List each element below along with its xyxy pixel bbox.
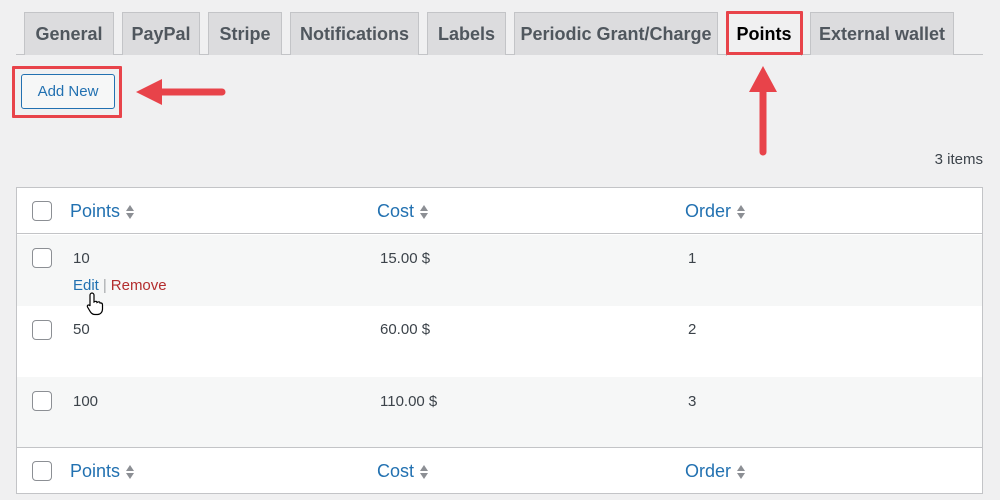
column-footer-points[interactable]: Points: [70, 461, 135, 482]
tab-labels[interactable]: Labels: [427, 12, 506, 55]
select-all-checkbox-footer[interactable]: [32, 461, 52, 481]
cell-points: 50: [73, 321, 90, 338]
cell-order: 2: [688, 321, 697, 338]
row-checkbox[interactable]: [32, 391, 52, 411]
sort-icon: [126, 204, 135, 219]
tab-stripe[interactable]: Stripe: [208, 12, 282, 55]
column-label: Points: [70, 201, 121, 221]
tab-notifications[interactable]: Notifications: [290, 12, 419, 55]
hand-pointer-icon: [86, 292, 104, 316]
column-label: Cost: [377, 201, 415, 221]
cell-order: 1: [688, 250, 697, 267]
cell-order: 3: [688, 393, 697, 410]
cell-cost: 15.00 $: [380, 250, 431, 267]
tab-points[interactable]: Points: [726, 12, 802, 56]
cell-cost: 60.00 $: [380, 321, 431, 338]
column-label: Order: [685, 461, 732, 481]
add-new-button[interactable]: Add New: [21, 74, 115, 109]
column-footer-cost[interactable]: Cost: [377, 461, 429, 482]
cell-points: 100: [73, 393, 99, 410]
column-label: Cost: [377, 461, 415, 481]
column-header-points[interactable]: Points: [70, 201, 135, 222]
select-all-checkbox[interactable]: [32, 201, 52, 221]
arrow-left-icon: [136, 79, 226, 105]
tab-general[interactable]: General: [24, 12, 114, 55]
sort-icon: [737, 204, 746, 219]
sort-icon: [420, 204, 429, 219]
cell-points: 10: [73, 250, 90, 267]
column-label: Points: [70, 461, 121, 481]
column-footer-order[interactable]: Order: [685, 461, 746, 482]
table-row: 10 15.00 $ 1 Edit | Remove: [17, 235, 982, 306]
remove-link[interactable]: Remove: [111, 277, 167, 294]
points-table: Points Cost Order 10 15.00 $ 1 Edit | Re…: [16, 187, 983, 494]
items-count: 3 items: [934, 151, 983, 168]
tab-external-wallet[interactable]: External wallet: [810, 12, 954, 55]
arrow-up-icon: [749, 66, 777, 156]
tab-paypal[interactable]: PayPal: [122, 12, 200, 55]
table-row: 100 110.00 $ 3: [17, 377, 982, 448]
column-label: Order: [685, 201, 732, 221]
column-header-cost[interactable]: Cost: [377, 201, 429, 222]
sort-icon: [126, 464, 135, 479]
sort-icon: [737, 464, 746, 479]
row-checkbox[interactable]: [32, 320, 52, 340]
table-row: 50 60.00 $ 2: [17, 306, 982, 377]
column-header-order[interactable]: Order: [685, 201, 746, 222]
cell-cost: 110.00 $: [380, 393, 438, 410]
sort-icon: [420, 464, 429, 479]
table-header: Points Cost Order: [17, 188, 982, 234]
table-footer: Points Cost Order: [17, 447, 982, 493]
tab-periodic-grant-charge[interactable]: Periodic Grant/Charge: [514, 12, 718, 55]
row-checkbox[interactable]: [32, 248, 52, 268]
